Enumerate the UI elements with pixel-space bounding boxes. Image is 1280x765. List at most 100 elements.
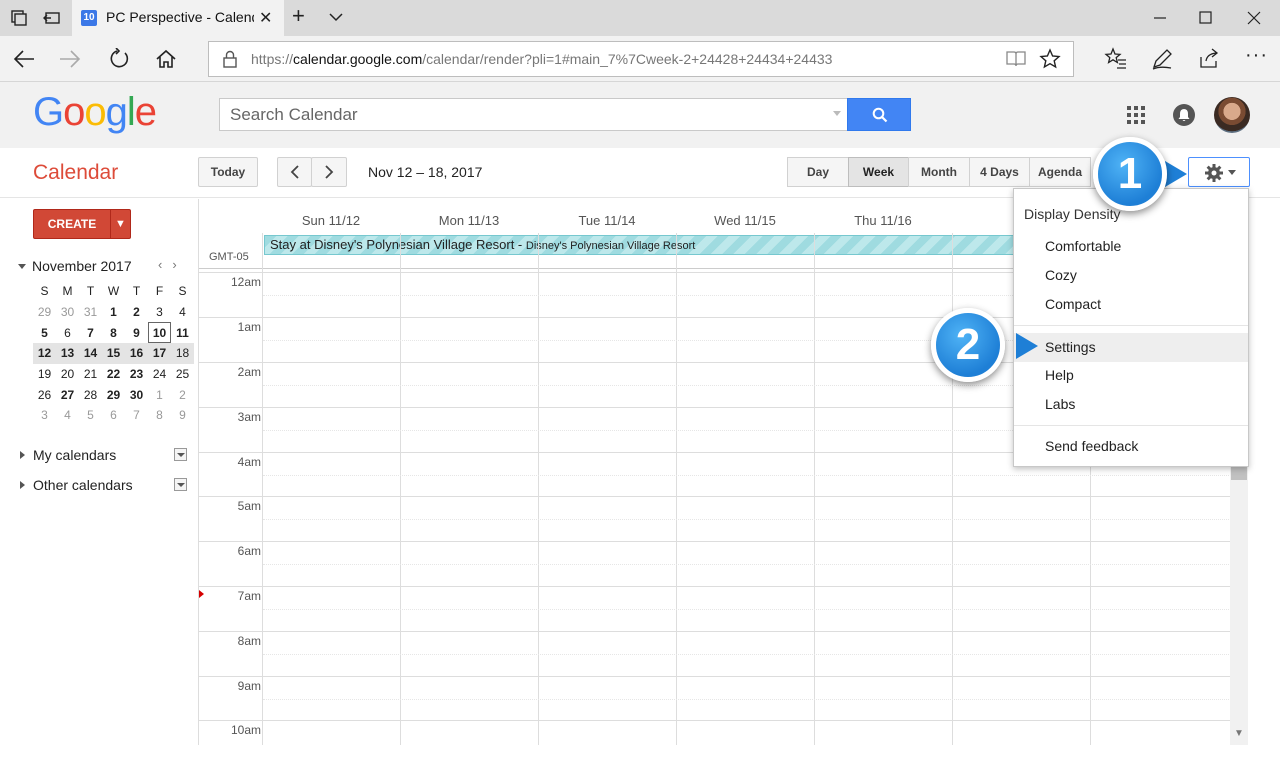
mini-day[interactable]: 21 (79, 364, 102, 385)
menu-item-settings[interactable]: Settings (1014, 333, 1248, 362)
view-day-button[interactable]: Day (787, 157, 849, 187)
search-options-caret-icon[interactable] (833, 111, 841, 116)
my-calendars-section[interactable]: My calendars (20, 447, 116, 463)
mini-day[interactable]: 22 (102, 364, 125, 385)
mini-day[interactable]: 27 (56, 384, 79, 405)
mini-day[interactable]: 30 (56, 302, 79, 323)
mini-day[interactable]: 31 (79, 302, 102, 323)
mini-day[interactable]: 1 (148, 384, 171, 405)
mini-day[interactable]: 19 (33, 364, 56, 385)
mini-day[interactable]: 17 (148, 343, 171, 364)
mini-day[interactable]: 25 (171, 364, 194, 385)
mini-day[interactable]: 23 (125, 364, 148, 385)
mini-day[interactable]: 8 (102, 322, 125, 343)
tab-manager-icon[interactable] (9, 8, 29, 28)
view-week-button[interactable]: Week (848, 157, 909, 187)
mini-day[interactable]: 5 (33, 322, 56, 343)
close-window-icon[interactable] (1244, 8, 1264, 28)
mini-day[interactable]: 9 (125, 322, 148, 343)
close-tab-icon[interactable]: ✕ (259, 8, 272, 28)
other-calendars-dropdown-icon[interactable] (174, 478, 187, 491)
mini-day[interactable]: 14 (79, 343, 102, 364)
back-arrow-icon[interactable] (12, 48, 36, 70)
mini-day[interactable]: 20 (56, 364, 79, 385)
menu-item-comfortable[interactable]: Comfortable (1014, 232, 1248, 261)
mini-day[interactable]: 4 (171, 302, 194, 323)
chevron-right-icon[interactable]: › (172, 257, 186, 272)
mini-calendar-nav[interactable]: ‹› (158, 257, 187, 272)
expand-triangle-icon[interactable] (20, 451, 25, 459)
mini-day[interactable]: 16 (125, 343, 148, 364)
other-calendars-section[interactable]: Other calendars (20, 477, 133, 493)
mini-day[interactable]: 15 (102, 343, 125, 364)
scrollbar-thumb[interactable] (1231, 466, 1247, 480)
mini-day[interactable]: 5 (79, 405, 102, 426)
browser-tab[interactable]: 10 PC Perspective - Calend ✕ (72, 0, 284, 36)
chevron-down-icon[interactable] (328, 7, 344, 27)
mini-day[interactable]: 7 (125, 405, 148, 426)
today-button[interactable]: Today (198, 157, 258, 187)
settings-gear-button[interactable] (1188, 157, 1250, 187)
hour-row[interactable]: 8am (199, 631, 1231, 676)
menu-item-cozy[interactable]: Cozy (1014, 261, 1248, 290)
maximize-icon[interactable] (1196, 8, 1216, 28)
mini-day[interactable]: 1 (102, 302, 125, 323)
mini-day[interactable]: 29 (102, 384, 125, 405)
url-text[interactable]: https://calendar.google.com/calendar/ren… (251, 51, 832, 67)
search-input[interactable] (220, 99, 820, 130)
view-month-button[interactable]: Month (908, 157, 970, 187)
create-dropdown-arrow-icon[interactable]: ▼ (110, 210, 130, 238)
all-day-event[interactable]: Stay at Disney's Polynesian Village Reso… (264, 235, 1034, 255)
mini-day[interactable]: 4 (56, 405, 79, 426)
hour-row[interactable]: 9am (199, 676, 1231, 721)
minimize-icon[interactable] (1150, 8, 1170, 28)
notifications-bell-icon[interactable] (1173, 104, 1195, 126)
hour-row[interactable]: 10am (199, 720, 1231, 765)
mini-day[interactable]: 6 (102, 405, 125, 426)
mini-day[interactable]: 6 (56, 322, 79, 343)
mini-day[interactable]: 18 (171, 343, 194, 364)
hour-row[interactable]: 5am (199, 496, 1231, 541)
google-logo[interactable]: Google (33, 90, 157, 135)
home-icon[interactable] (154, 48, 178, 70)
next-week-button[interactable] (311, 157, 347, 187)
reading-view-icon[interactable] (1005, 50, 1027, 68)
more-options-icon[interactable]: ··· (1245, 44, 1268, 67)
collapse-triangle-icon[interactable] (18, 264, 26, 269)
grid-scrollbar[interactable]: ▼ (1230, 466, 1248, 745)
new-tab-icon[interactable]: + (292, 5, 305, 27)
mini-day[interactable]: 24 (148, 364, 171, 385)
previous-week-button[interactable] (277, 157, 312, 187)
app-title[interactable]: Calendar (33, 161, 118, 185)
web-note-pen-icon[interactable] (1150, 47, 1174, 71)
create-event-button[interactable]: CREATE ▼ (33, 209, 131, 239)
mini-day[interactable]: 8 (148, 405, 171, 426)
search-button[interactable] (847, 98, 911, 131)
user-avatar[interactable] (1214, 97, 1250, 133)
expand-triangle-icon[interactable] (20, 481, 25, 489)
address-bar[interactable]: https://calendar.google.com/calendar/ren… (208, 41, 1074, 77)
mini-day[interactable]: 11 (171, 322, 194, 343)
my-calendars-dropdown-icon[interactable] (174, 448, 187, 461)
day-header-mon[interactable]: Mon 11/13 (400, 213, 538, 228)
mini-day-today[interactable]: 10 (148, 322, 171, 344)
share-icon[interactable] (1197, 47, 1221, 71)
view-4days-button[interactable]: 4 Days (969, 157, 1030, 187)
menu-item-labs[interactable]: Labs (1014, 390, 1248, 419)
menu-item-compact[interactable]: Compact (1014, 290, 1248, 319)
day-header-sun[interactable]: Sun 11/12 (262, 213, 400, 228)
forward-arrow-icon[interactable] (58, 48, 82, 70)
mini-day[interactable]: 26 (33, 384, 56, 405)
apps-grid-icon[interactable] (1127, 106, 1145, 124)
mini-day[interactable]: 3 (33, 405, 56, 426)
mini-day[interactable]: 3 (148, 302, 171, 323)
scroll-down-arrow-icon[interactable]: ▼ (1234, 728, 1244, 739)
view-agenda-button[interactable]: Agenda (1029, 157, 1091, 187)
mini-day[interactable]: 2 (125, 302, 148, 323)
mini-day[interactable]: 7 (79, 322, 102, 343)
mini-day[interactable]: 30 (125, 384, 148, 405)
mini-day[interactable]: 29 (33, 302, 56, 323)
favorite-star-icon[interactable] (1039, 48, 1061, 70)
mini-day[interactable]: 2 (171, 384, 194, 405)
hour-row[interactable]: 7am (199, 586, 1231, 631)
